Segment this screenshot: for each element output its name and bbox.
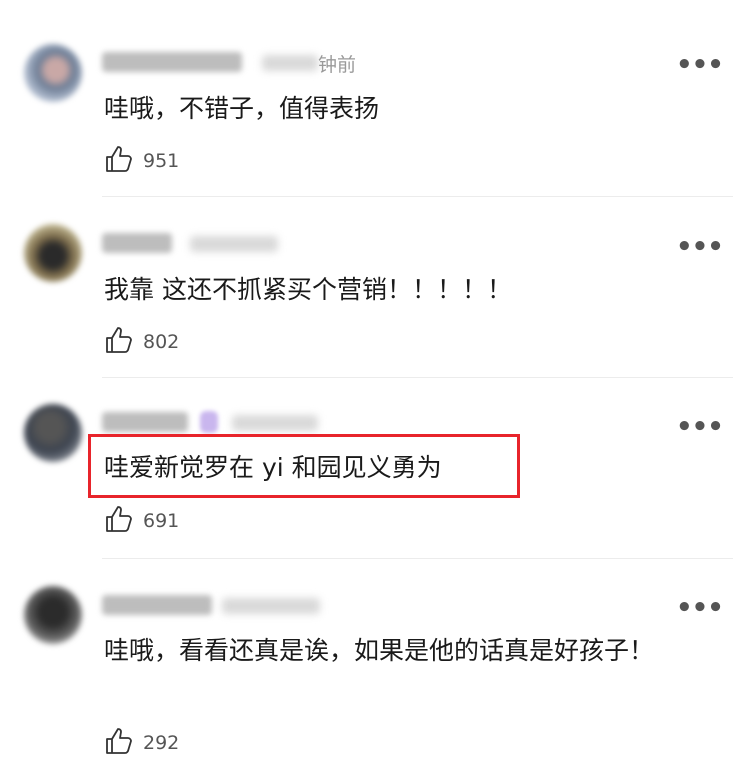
- like-count: 951: [143, 150, 180, 172]
- comment-text: 哇哦，不错子，值得表扬: [104, 94, 380, 123]
- username-blurred[interactable]: [102, 233, 172, 253]
- like-button[interactable]: 802: [104, 327, 179, 357]
- avatar[interactable]: [24, 586, 82, 644]
- username-blurred[interactable]: [102, 412, 188, 432]
- more-options-button[interactable]: •••: [676, 414, 724, 440]
- vip-badge-blurred: [200, 411, 218, 433]
- comment-text: 我靠 这还不抓紧买个营销！！！！！: [104, 275, 512, 304]
- like-count: 292: [143, 732, 180, 754]
- more-options-button[interactable]: •••: [676, 234, 724, 260]
- comment-text: 哇哦，看看还真是诶，如果是他的话真是好孩子！: [104, 636, 655, 665]
- timestamp-blurred: [190, 236, 278, 252]
- comment-item: ••• 我靠 这还不抓紧买个营销！！！！！ 802: [0, 197, 733, 377]
- avatar[interactable]: [24, 44, 82, 102]
- thumbs-up-icon: [104, 325, 134, 359]
- timestamp-blurred: [232, 415, 318, 431]
- more-options-button[interactable]: •••: [676, 52, 724, 78]
- username-blurred[interactable]: [102, 52, 242, 72]
- like-count: 802: [143, 331, 180, 353]
- timestamp-blurred: [222, 598, 320, 614]
- like-button[interactable]: 691: [104, 506, 179, 536]
- timestamp-blurred: [262, 55, 318, 71]
- avatar[interactable]: [24, 224, 82, 282]
- thumbs-up-icon: [104, 726, 134, 760]
- more-options-button[interactable]: •••: [676, 595, 724, 621]
- like-button[interactable]: 292: [104, 728, 179, 758]
- like-count: 691: [143, 510, 180, 532]
- timestamp: 钟前: [318, 54, 357, 76]
- avatar[interactable]: [24, 404, 82, 462]
- comment-item: 钟前 ••• 哇哦，不错子，值得表扬 951: [0, 0, 733, 195]
- thumbs-up-icon: [104, 504, 134, 538]
- thumbs-up-icon: [104, 144, 134, 178]
- username-blurred[interactable]: [102, 595, 212, 615]
- like-button[interactable]: 951: [104, 146, 179, 176]
- comment-item: ••• 哇哦，看看还真是诶，如果是他的话真是好孩子！ 292: [0, 559, 733, 768]
- highlight-box: [88, 434, 520, 498]
